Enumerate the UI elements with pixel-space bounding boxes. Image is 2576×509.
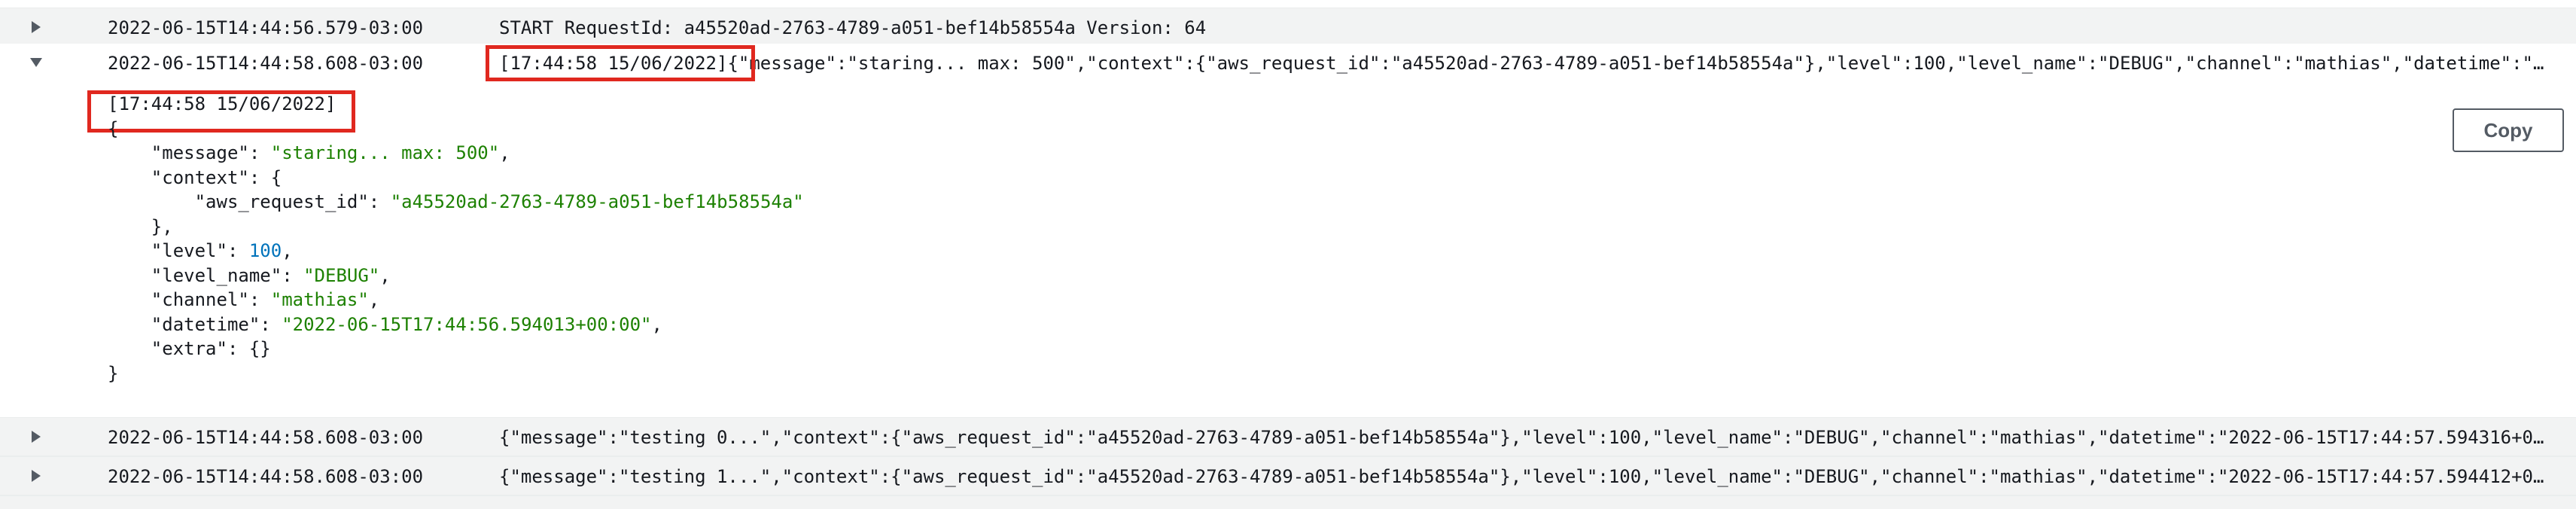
log-event-row[interactable]: 2022-06-15T14:44:58.608-03:00 {"message"… [0, 456, 2576, 495]
detail-prefix: [17:44:58 15/06/2022] [108, 93, 336, 114]
json-open-brace: { [108, 117, 119, 139]
copy-button[interactable]: Copy [2453, 108, 2564, 152]
log-event-detail: [17:44:58 15/06/2022] { "message": "star… [0, 83, 2576, 410]
json-key-context: "context": { [151, 166, 282, 188]
json-value-level-name: "DEBUG" [303, 264, 380, 286]
caret-right-icon[interactable] [27, 467, 45, 485]
caret-down-icon[interactable] [27, 53, 45, 72]
json-value-level: 100 [248, 240, 282, 261]
log-events-panel: 2022-06-15T14:44:56.579-03:00 START Requ… [0, 0, 2576, 509]
log-message-prefix: [17:44:58 15/06/2022] [499, 53, 728, 74]
json-close-brace: } [108, 362, 119, 384]
json-key-aws-request-id: "aws_request_id": [194, 191, 391, 212]
caret-right-icon[interactable] [27, 18, 45, 36]
json-value-channel: "mathias" [270, 289, 369, 310]
log-event-row-partial[interactable] [0, 495, 2576, 509]
json-value-aws-request-id: "a45520ad-2763-4789-a051-bef14b58554a" [390, 191, 804, 212]
log-message: {"message":"testing 0...","context":{"aw… [499, 427, 2547, 448]
log-message: START RequestId: a45520ad-2763-4789-a051… [499, 17, 1207, 38]
log-message-body: {"message":"staring... max: 500","contex… [727, 53, 2547, 74]
json-key-message: "message": [151, 142, 271, 163]
caret-right-icon[interactable] [27, 428, 45, 446]
json-key-channel: "channel": [151, 289, 271, 310]
log-message: {"message":"testing 1...","context":{"aw… [499, 466, 2547, 487]
json-value-datetime: "2022-06-15T17:44:56.594013+00:00" [282, 313, 652, 335]
json-context-close: }, [151, 215, 173, 237]
json-key-level-name: "level_name": [151, 264, 304, 286]
log-event-row[interactable]: 2022-06-15T14:44:58.608-03:00 {"message"… [0, 417, 2576, 456]
json-value-extra: {} [248, 338, 271, 359]
log-timestamp: 2022-06-15T14:44:56.579-03:00 [108, 17, 424, 38]
log-message: [17:44:58 15/06/2022]{"message":"staring… [499, 44, 2547, 83]
json-value-message: "staring... max: 500" [270, 142, 500, 163]
json-viewer: [17:44:58 15/06/2022] { "message": "star… [108, 93, 804, 384]
json-key-datetime: "datetime": [151, 313, 282, 335]
log-timestamp: 2022-06-15T14:44:58.608-03:00 [108, 53, 424, 74]
log-event-row[interactable]: 2022-06-15T14:44:56.579-03:00 START Requ… [0, 8, 2576, 47]
json-key-level: "level": [151, 240, 249, 261]
log-timestamp: 2022-06-15T14:44:58.608-03:00 [108, 466, 424, 487]
log-timestamp: 2022-06-15T14:44:58.608-03:00 [108, 427, 424, 448]
json-key-extra: "extra": [151, 338, 249, 359]
log-event-row-expanded[interactable]: 2022-06-15T14:44:58.608-03:00 [17:44:58 … [0, 44, 2576, 83]
